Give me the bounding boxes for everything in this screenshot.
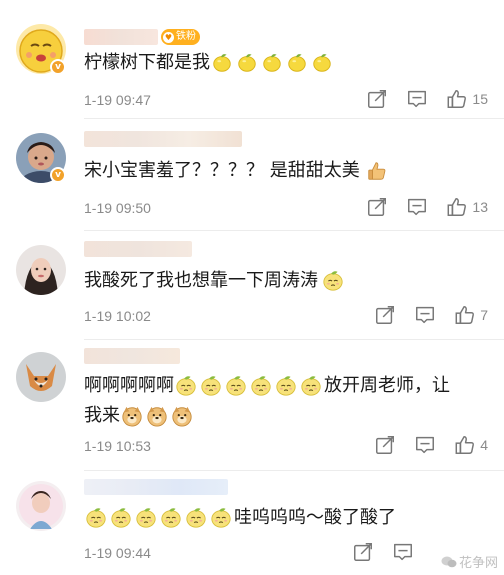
- like-icon[interactable]: [454, 304, 476, 326]
- verified-badge-icon: v: [50, 167, 66, 183]
- doge-emoji: [121, 405, 143, 427]
- sour-lemon-face-emoji: [175, 375, 197, 397]
- comment-body-continued: 放开周老师，让: [324, 375, 450, 396]
- comment-body: 我酸死了我也想靠一下周涛涛: [84, 270, 318, 291]
- avatar[interactable]: [16, 481, 66, 531]
- reply-icon[interactable]: [406, 88, 428, 110]
- lemon-emoji: [236, 52, 258, 74]
- comment-item: v ♥ 铁粉 柠檬树下都是我 1-19 09:47 15: [0, 0, 504, 118]
- username-blurred[interactable]: [84, 241, 192, 257]
- comment-text: 哇呜呜呜～酸了酸了: [84, 503, 480, 533]
- username-blurred[interactable]: [84, 479, 228, 495]
- comment-actions: 15: [348, 88, 488, 110]
- heart-icon: ♥: [163, 31, 174, 43]
- like-icon[interactable]: [446, 196, 468, 218]
- sour-lemon-face-emoji: [160, 507, 182, 529]
- watermark-text: 花争网: [458, 556, 498, 571]
- comment-text: 柠檬树下都是我: [84, 48, 480, 78]
- username-blurred[interactable]: [84, 348, 180, 364]
- sour-lemon-face-emoji: [225, 375, 247, 397]
- sour-lemon-face-emoji: [110, 507, 132, 529]
- lemon-emoji: [211, 52, 233, 74]
- share-icon[interactable]: [374, 434, 396, 456]
- wechat-icon: [441, 556, 457, 567]
- avatar[interactable]: [16, 245, 66, 295]
- comment-text: 我酸死了我也想靠一下周涛涛: [84, 266, 480, 296]
- watermark: 花争网: [441, 552, 498, 571]
- comment-text: 宋小宝害羞了？？？？ 是甜甜太美: [84, 156, 480, 186]
- comment-actions: 4: [356, 434, 488, 456]
- comment-actions: [334, 541, 414, 563]
- comment-body: 哇呜呜呜～酸了酸了: [234, 507, 396, 528]
- like-icon[interactable]: [454, 434, 476, 456]
- share-icon[interactable]: [366, 88, 388, 110]
- sour-lemon-face-emoji: [250, 375, 272, 397]
- comment-time: 1-19 10:53: [84, 438, 151, 454]
- sour-lemon-face-emoji: [322, 270, 344, 292]
- fan-badge-label: 铁粉: [176, 31, 196, 42]
- sour-lemon-face-emoji: [275, 375, 297, 397]
- share-icon[interactable]: [374, 304, 396, 326]
- share-icon[interactable]: [366, 196, 388, 218]
- comment-item: 我酸死了我也想靠一下周涛涛 1-19 10:02 7: [0, 231, 504, 338]
- comment-time: 1-19 09:44: [84, 545, 151, 561]
- reply-icon[interactable]: [392, 541, 414, 563]
- sour-lemon-face-emoji: [210, 507, 232, 529]
- doge-emoji: [146, 405, 168, 427]
- comment-item: 哇呜呜呜～酸了酸了 1-19 09:44: [0, 471, 504, 575]
- lemon-emoji: [261, 52, 283, 74]
- share-icon[interactable]: [352, 541, 374, 563]
- comment-body-line2: 我来: [84, 405, 120, 426]
- like-count: 15: [472, 91, 488, 107]
- comment-body: 柠檬树下都是我: [84, 52, 210, 73]
- sour-lemon-face-emoji: [85, 507, 107, 529]
- comment-text: 啊啊啊啊啊 放开周老师，让: [84, 371, 480, 401]
- comment-actions: 7: [356, 304, 488, 326]
- comment-actions: 13: [348, 196, 488, 218]
- fan-badge: ♥ 铁粉: [161, 29, 200, 45]
- comment-time: 1-19 10:02: [84, 308, 151, 324]
- reply-icon[interactable]: [414, 434, 436, 456]
- reply-icon[interactable]: [414, 304, 436, 326]
- like-icon[interactable]: [446, 88, 468, 110]
- comment-text-line2: 我来: [84, 401, 480, 431]
- doge-emoji: [171, 405, 193, 427]
- username-blurred[interactable]: [84, 29, 158, 45]
- sour-lemon-face-emoji: [200, 375, 222, 397]
- comment-item: v 宋小宝害羞了？？？？ 是甜甜太美 1-19 09:50 13: [0, 119, 504, 229]
- comment-body: 啊啊啊啊啊: [84, 375, 174, 396]
- reply-icon[interactable]: [406, 196, 428, 218]
- sour-lemon-face-emoji: [300, 375, 322, 397]
- thumbs-up-emoji: [366, 160, 388, 182]
- avatar[interactable]: [16, 352, 66, 402]
- comment-item: 啊啊啊啊啊 放开周老师，让 我来 1-19 10:53 4: [0, 340, 504, 470]
- lemon-emoji: [286, 52, 308, 74]
- comment-body: 宋小宝害羞了？？？？ 是甜甜太美: [84, 160, 360, 181]
- like-count: 13: [472, 199, 488, 215]
- sour-lemon-face-emoji: [135, 507, 157, 529]
- verified-badge-icon: v: [50, 59, 66, 75]
- comment-time: 1-19 09:47: [84, 92, 151, 108]
- like-count: 7: [480, 307, 488, 323]
- username-blurred[interactable]: [84, 131, 242, 147]
- comment-time: 1-19 09:50: [84, 200, 151, 216]
- sour-lemon-face-emoji: [185, 507, 207, 529]
- like-count: 4: [480, 437, 488, 453]
- lemon-emoji: [311, 52, 333, 74]
